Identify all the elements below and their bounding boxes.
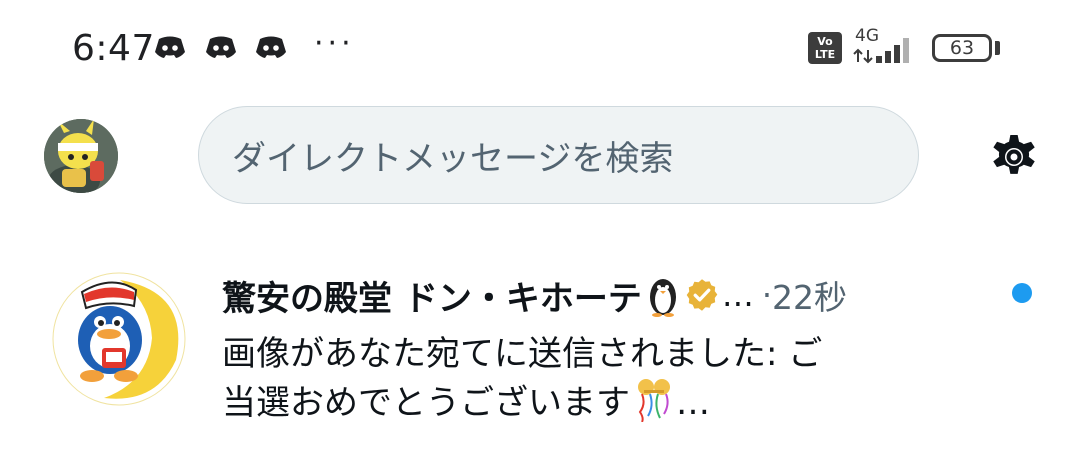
profile-avatar-image bbox=[44, 119, 118, 193]
volte-icon: Vo LTE bbox=[808, 32, 842, 64]
name-truncation: … bbox=[721, 276, 754, 314]
message-preview: 画像があなた宛てに送信されました: ご 当選おめでとうございます … bbox=[222, 330, 982, 427]
verified-gold-icon bbox=[686, 279, 718, 311]
preview-line-2: 当選おめでとうございます … bbox=[222, 378, 982, 427]
conversation-name: 驚安の殿堂 ドン・キホーテ bbox=[222, 278, 642, 319]
profile-avatar[interactable] bbox=[44, 119, 118, 193]
battery-icon: 63 bbox=[932, 34, 992, 62]
battery-tip bbox=[995, 41, 1000, 55]
message-time: 22秒 bbox=[772, 278, 848, 317]
status-time: 6:47 bbox=[72, 28, 155, 69]
penguin-icon bbox=[649, 279, 676, 317]
discord-icon bbox=[206, 36, 236, 58]
unread-indicator bbox=[1012, 283, 1032, 303]
separator-dot: · bbox=[761, 276, 773, 314]
gear-icon[interactable] bbox=[984, 127, 1044, 187]
preview-line-1: 画像があなた宛てに送信されました: ご bbox=[222, 334, 823, 374]
search-input[interactable]: ダイレクトメッセージを検索 bbox=[198, 106, 919, 204]
battery-level: 63 bbox=[949, 37, 975, 59]
dm-screen: 6:47 ··· Vo LTE 4G 63 ダイレクトメッセージを検索 驚安の殿… bbox=[0, 0, 1080, 456]
search-placeholder: ダイレクトメッセージを検索 bbox=[232, 138, 674, 179]
conversation-avatar bbox=[52, 272, 186, 406]
preview-line-2-text: 当選おめでとうございます bbox=[222, 383, 630, 423]
conversation-header: 驚安の殿堂 ドン・キホーテ … · 22秒 bbox=[222, 270, 847, 320]
signal-strength-icon bbox=[853, 38, 909, 64]
discord-icon bbox=[256, 36, 286, 58]
discord-icon bbox=[155, 36, 185, 58]
confetti-icon bbox=[638, 379, 670, 423]
status-bar: 6:47 ··· Vo LTE 4G 63 bbox=[0, 0, 1080, 96]
more-notifications-icon: ··· bbox=[314, 26, 355, 61]
preview-truncation: … bbox=[676, 383, 710, 423]
conversation-item[interactable]: 驚安の殿堂 ドン・キホーテ … · 22秒 画像があなた宛てに送信されました: … bbox=[0, 248, 1080, 456]
